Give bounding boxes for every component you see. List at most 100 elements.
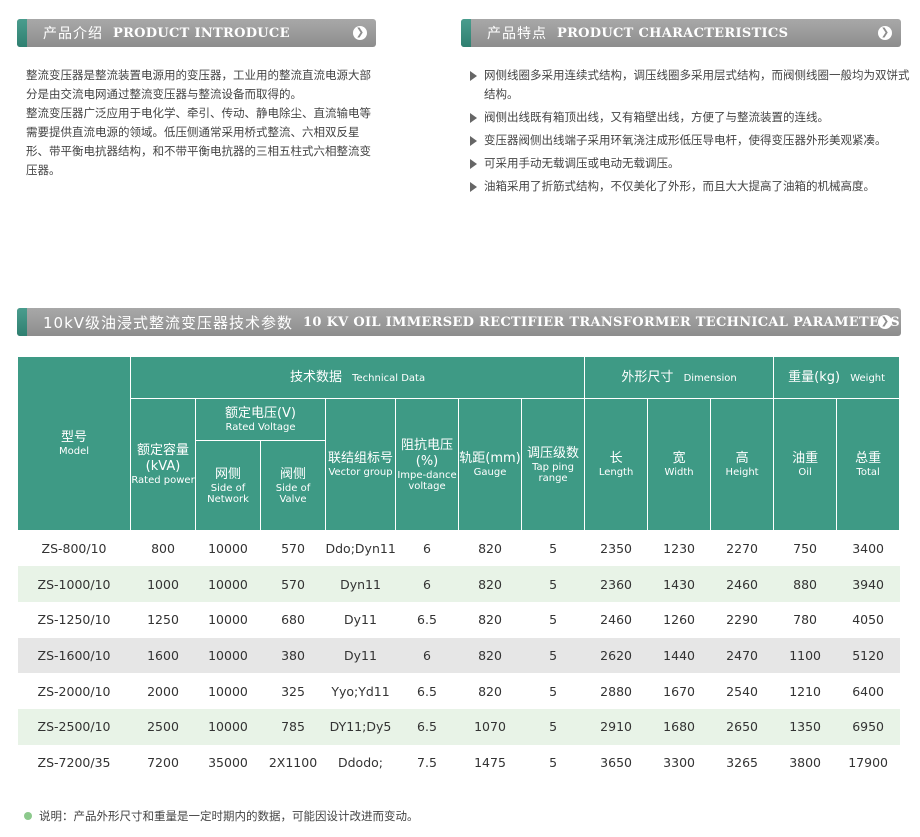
col-vector-en: Vector group bbox=[328, 467, 393, 478]
group-dim-en: Dimension bbox=[683, 372, 737, 384]
triangle-bullet-icon bbox=[470, 113, 477, 123]
params-table: 型号 Model 技术数据 Technical Data 外形尺寸 Dimens… bbox=[17, 356, 901, 781]
col-total-header: 总重 Total bbox=[836, 398, 901, 531]
col-width-cn: 宽 bbox=[672, 451, 686, 466]
table-cell: Ddo;Dyn11 bbox=[325, 530, 396, 567]
table-cell: 5 bbox=[521, 637, 585, 674]
table-cell: 3265 bbox=[710, 744, 774, 781]
group-tech-header: 技术数据 Technical Data bbox=[129, 356, 586, 399]
feature-item: 变压器阀侧出线端子采用环氧浇注成形低压导电杆，使得变压器外形美观紧凑。 bbox=[466, 131, 914, 150]
table-cell: 5 bbox=[521, 708, 585, 745]
table-cell: 6400 bbox=[836, 673, 900, 709]
table-cell: ZS-7200/35 bbox=[17, 744, 131, 781]
table-cell: 1600 bbox=[130, 637, 196, 674]
arrow-circle-icon[interactable]: ❯ bbox=[878, 315, 892, 329]
footnote-text: 说明：产品外形尺寸和重量是一定时期内的数据，可能因设计改进而变动。 bbox=[39, 809, 419, 823]
table-cell: 2650 bbox=[710, 708, 774, 745]
table-cell: ZS-1600/10 bbox=[17, 637, 131, 674]
table-cell: ZS-1000/10 bbox=[17, 566, 131, 602]
col-length-en: Length bbox=[598, 467, 634, 478]
table-cell: 680 bbox=[260, 601, 326, 638]
table-cell: ZS-800/10 bbox=[17, 530, 131, 567]
table-cell: Dy11 bbox=[325, 637, 396, 674]
table-cell: 1430 bbox=[647, 566, 711, 602]
col-rated-voltage-header: 额定电压(V) Rated Voltage bbox=[195, 398, 326, 441]
table-cell: 2540 bbox=[710, 673, 774, 709]
table-cell: 800 bbox=[130, 530, 196, 567]
table-cell: 6 bbox=[395, 566, 459, 602]
table-cell: 5 bbox=[521, 673, 585, 709]
table-cell: 2000 bbox=[130, 673, 196, 709]
table-cell: 6950 bbox=[836, 708, 900, 745]
table-cell: 10000 bbox=[195, 673, 261, 709]
col-vector-cn: 联结组标号 bbox=[327, 451, 393, 466]
table-cell: 1000 bbox=[130, 566, 196, 602]
table-cell: 7200 bbox=[130, 744, 196, 781]
table-cell: 785 bbox=[260, 708, 326, 745]
intro-text: 整流变压器是整流装置电源用的变压器，工业用的整流直流电源大部分是由交流电网通过整… bbox=[26, 66, 376, 180]
col-impedance-en: Impe-dance voltage bbox=[397, 469, 457, 492]
table-cell: Dyn11 bbox=[325, 566, 396, 602]
triangle-bullet-icon bbox=[470, 136, 477, 146]
table-cell: 880 bbox=[773, 566, 837, 602]
table-cell: 5 bbox=[521, 601, 585, 638]
table-cell: 2350 bbox=[584, 530, 648, 567]
table-cell: 325 bbox=[260, 673, 326, 709]
arrow-circle-icon[interactable]: ❯ bbox=[353, 26, 367, 40]
col-oil-cn: 油重 bbox=[792, 451, 819, 466]
table-cell: 1670 bbox=[647, 673, 711, 709]
table-cell: 3940 bbox=[836, 566, 900, 602]
col-model-cn: 型号 bbox=[60, 430, 87, 445]
col-rated-power-en: Rated power bbox=[131, 475, 195, 486]
table-cell: 4050 bbox=[836, 601, 900, 638]
col-height-en: Height bbox=[725, 467, 759, 478]
table-row: ZS-2500/10 2500 10000 785 DY11;Dy5 6.5 1070 5 29… bbox=[17, 708, 900, 745]
intro-header-cn: 产品介绍 bbox=[43, 26, 103, 42]
table-cell: 1250 bbox=[130, 601, 196, 638]
table-cell: DY11;Dy5 bbox=[325, 708, 396, 745]
table-cell: 1680 bbox=[647, 708, 711, 745]
col-gauge-en: Gauge bbox=[473, 467, 507, 478]
table-cell: 6 bbox=[395, 530, 459, 567]
table-cell: 1100 bbox=[773, 637, 837, 674]
table-cell: 820 bbox=[458, 673, 522, 709]
col-rated-power-cn: 额定容量(kVA) bbox=[136, 443, 189, 474]
table-cell: 3300 bbox=[647, 744, 711, 781]
table-cell: 2470 bbox=[710, 637, 774, 674]
feature-text: 可采用手动无载调压或电动无载调压。 bbox=[484, 156, 680, 170]
green-dot-icon bbox=[24, 812, 32, 820]
table-cell: 820 bbox=[458, 601, 522, 638]
col-width-header: 宽 Width bbox=[647, 398, 712, 531]
table-row: ZS-1000/10 1000 10000 570 Dyn11 6 820 5 2360 1430… bbox=[17, 566, 900, 602]
table-cell: 5 bbox=[521, 566, 585, 602]
col-width-en: Width bbox=[664, 467, 694, 478]
group-dim-cn: 外形尺寸 bbox=[621, 369, 674, 385]
table-cell: 380 bbox=[260, 637, 326, 674]
table-cell: 10000 bbox=[195, 601, 261, 638]
col-impedance-cn: 阻抗电压(%) bbox=[400, 437, 453, 469]
header-accent-tab bbox=[461, 19, 471, 47]
table-cell: 17900 bbox=[836, 744, 900, 781]
table-cell: 1260 bbox=[647, 601, 711, 638]
col-gauge-header: 轨距(mm) Gauge bbox=[458, 398, 522, 531]
col-length-header: 长 Length bbox=[584, 398, 649, 531]
arrow-circle-icon[interactable]: ❯ bbox=[878, 26, 892, 40]
feature-text: 油箱采用了折筋式结构，不仅美化了外形，而且大大提高了油箱的机械高度。 bbox=[484, 179, 875, 193]
table-cell: 10000 bbox=[195, 566, 261, 602]
table-cell: 750 bbox=[773, 530, 837, 567]
table-cell: 7.5 bbox=[395, 744, 459, 781]
feature-item: 阀侧出线既有箱顶出线，又有箱壁出线，方便了与整流装置的连线。 bbox=[466, 108, 914, 127]
table-cell: 2460 bbox=[584, 601, 648, 638]
feature-text: 网侧线圈多采用连续式结构，调压线圈多采用层式结构，而阀侧线圈一般均为双饼式结构。 bbox=[484, 68, 910, 101]
table-row: ZS-7200/35 7200 35000 2X1100 Ddodo; 7.5 1475 5 3… bbox=[17, 744, 900, 781]
col-oil-en: Oil bbox=[798, 467, 812, 478]
table-cell: 35000 bbox=[195, 744, 261, 781]
table-row: ZS-800/10 800 10000 570 Ddo;Dyn11 6 820 5 2350 12… bbox=[17, 530, 900, 567]
features-header-bar: 产品特点 PRODUCT CHARACTERISTICS ❯ bbox=[461, 19, 901, 47]
table-cell: ZS-2500/10 bbox=[17, 708, 131, 745]
col-model-header: 型号 Model bbox=[17, 356, 131, 531]
params-header-bar: 10kV级油浸式整流变压器技术参数 10 KV OIL IMMERSED REC… bbox=[17, 308, 901, 336]
col-oil-header: 油重 Oil bbox=[773, 398, 838, 531]
table-cell: 780 bbox=[773, 601, 837, 638]
table-cell: 10000 bbox=[195, 530, 261, 567]
